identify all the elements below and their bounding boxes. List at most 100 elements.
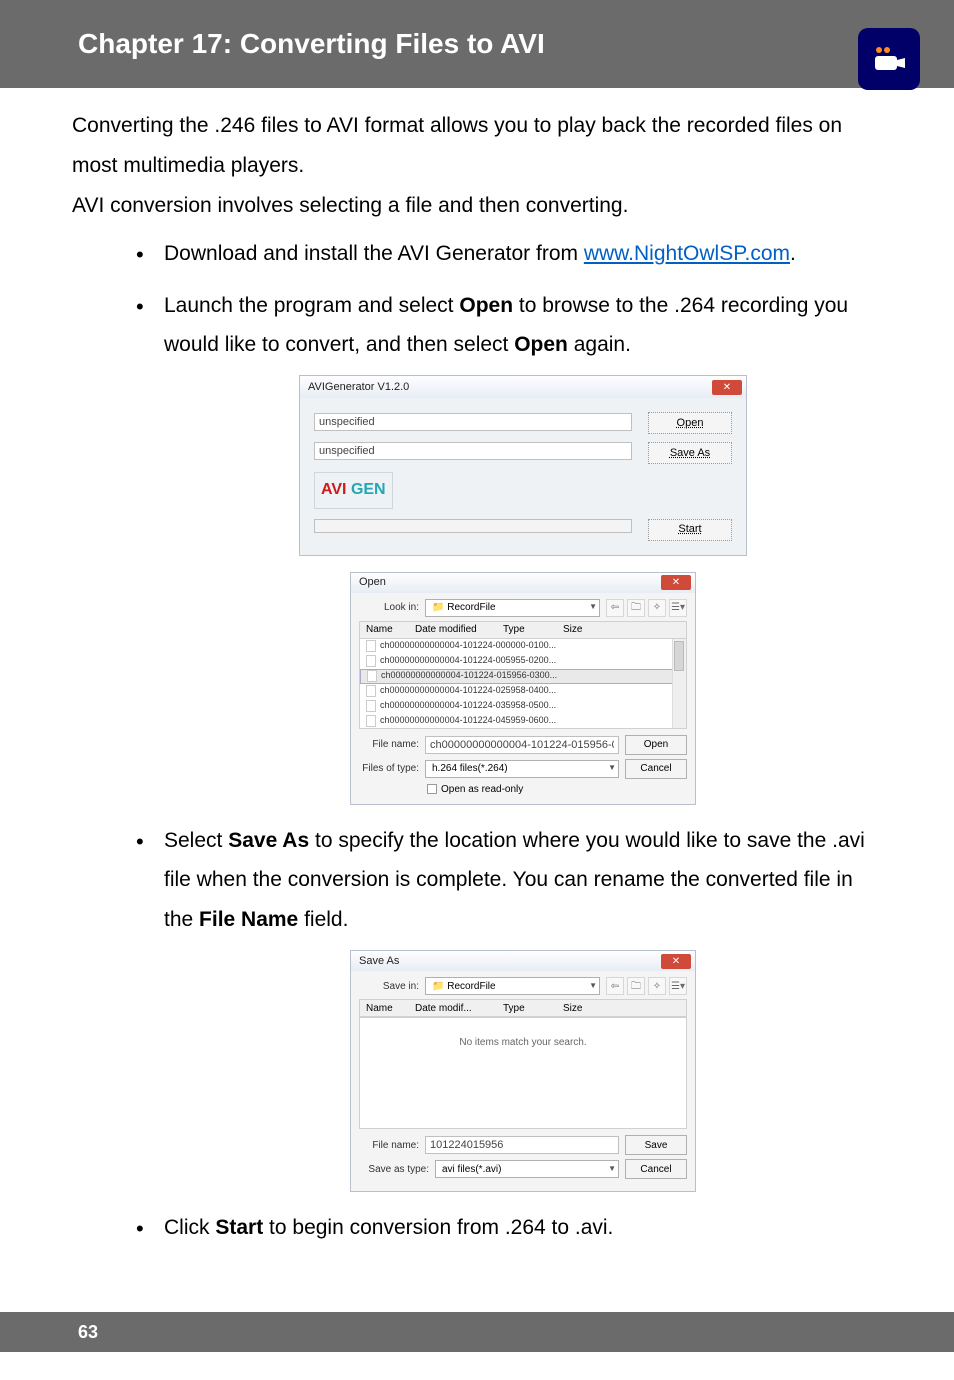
view-icon[interactable]: ☰▾ bbox=[669, 599, 687, 617]
chevron-down-icon: ▼ bbox=[608, 763, 616, 773]
intro-para-2: AVI conversion involves selecting a file… bbox=[72, 186, 882, 226]
filename-input[interactable] bbox=[425, 1136, 619, 1154]
page-number: 63 bbox=[78, 1322, 98, 1343]
saveas-titlebar: Save As ✕ bbox=[351, 951, 695, 971]
step2-post: again. bbox=[568, 333, 631, 356]
readonly-checkbox[interactable]: Open as read-only bbox=[427, 783, 687, 796]
step4-pre: Click bbox=[164, 1216, 215, 1239]
chevron-down-icon: ▼ bbox=[589, 602, 597, 612]
filetype-label: Files of type: bbox=[359, 762, 419, 775]
step3-bold1: Save As bbox=[228, 829, 309, 852]
page-footer: 63 bbox=[0, 1312, 954, 1352]
file-icon bbox=[367, 670, 377, 682]
list-item[interactable]: ch00000000000004-101224-025958-0400... bbox=[360, 684, 686, 699]
savetype-combo[interactable]: avi files(*.avi)▼ bbox=[435, 1160, 619, 1178]
file-list[interactable]: ch00000000000004-101224-000000-0100... c… bbox=[359, 639, 687, 729]
saveas-dialog-title: Save As bbox=[359, 954, 399, 968]
logo-gen: GEN bbox=[351, 481, 386, 498]
open-file-button[interactable]: Open bbox=[625, 735, 687, 755]
step-saveas: Select Save As to specify the location w… bbox=[164, 821, 882, 1193]
step-start: Click Start to begin conversion from .26… bbox=[164, 1208, 882, 1248]
col-size[interactable]: Size bbox=[563, 623, 686, 636]
col-name[interactable]: Name bbox=[360, 623, 415, 636]
logo-avi: AVI bbox=[321, 481, 346, 498]
dest-field[interactable] bbox=[314, 442, 632, 460]
file-icon bbox=[366, 655, 376, 667]
avi-dialog-wrap: AVIGenerator V1.2.0 ✕ AVI GEN bbox=[164, 375, 882, 555]
open-dialog-title: Open bbox=[359, 575, 386, 589]
save-button[interactable]: Save bbox=[625, 1135, 687, 1155]
source-field[interactable] bbox=[314, 413, 632, 431]
filetype-combo[interactable]: h.264 files(*.264)▼ bbox=[425, 760, 619, 778]
avi-titlebar: AVIGenerator V1.2.0 ✕ bbox=[300, 376, 746, 398]
step4-bold1: Start bbox=[215, 1216, 263, 1239]
saveas-file-dialog: Save As ✕ Save in: 📁 RecordFile ▼ ⇦ bbox=[350, 950, 696, 1192]
step2-bold2: Open bbox=[514, 333, 568, 356]
up-icon[interactable]: 🗀 bbox=[627, 977, 645, 995]
app-icon bbox=[858, 28, 920, 90]
open-titlebar: Open ✕ bbox=[351, 573, 695, 593]
back-icon[interactable]: ⇦ bbox=[606, 977, 624, 995]
open-button[interactable]: Open bbox=[648, 412, 732, 434]
file-icon bbox=[366, 685, 376, 697]
avi-title: AVIGenerator V1.2.0 bbox=[308, 377, 409, 398]
step1-text-pre: Download and install the AVI Generator f… bbox=[164, 242, 584, 265]
step1-text-post: . bbox=[790, 242, 796, 265]
content-area: Converting the .246 files to AVI format … bbox=[0, 88, 954, 1380]
step3-pre: Select bbox=[164, 829, 228, 852]
saveas-button[interactable]: Save As bbox=[648, 442, 732, 464]
up-icon[interactable]: 🗀 bbox=[627, 599, 645, 617]
download-link[interactable]: www.NightOwlSP.com bbox=[584, 242, 790, 265]
cancel-button[interactable]: Cancel bbox=[625, 759, 687, 779]
step-launch: Launch the program and select Open to br… bbox=[164, 286, 882, 805]
close-icon[interactable]: ✕ bbox=[661, 575, 691, 590]
close-icon[interactable]: ✕ bbox=[712, 380, 742, 395]
intro-para-1: Converting the .246 files to AVI format … bbox=[72, 106, 882, 186]
col-type[interactable]: Type bbox=[503, 623, 563, 636]
open-file-dialog: Open ✕ Look in: 📁 RecordFile ▼ ⇦ bbox=[350, 572, 696, 805]
list-item[interactable]: ch00000000000004-101224-000000-0100... bbox=[360, 639, 686, 654]
newfolder-icon[interactable]: ✧ bbox=[648, 599, 666, 617]
file-icon bbox=[366, 700, 376, 712]
chevron-down-icon: ▼ bbox=[589, 981, 597, 991]
list-item[interactable]: ch00000000000004-101224-015956-0300... bbox=[360, 669, 686, 684]
col-type[interactable]: Type bbox=[503, 1002, 563, 1015]
back-icon[interactable]: ⇦ bbox=[606, 599, 624, 617]
savein-label: Save in: bbox=[359, 980, 419, 993]
newfolder-icon[interactable]: ✧ bbox=[648, 977, 666, 995]
list-item[interactable]: ch00000000000004-101224-035958-0500... bbox=[360, 699, 686, 714]
col-name[interactable]: Name bbox=[360, 1002, 415, 1015]
step4-post: to begin conversion from .264 to .avi. bbox=[263, 1216, 613, 1239]
savetype-label: Save as type: bbox=[359, 1163, 429, 1176]
col-date[interactable]: Date modified bbox=[415, 623, 503, 636]
scrollbar[interactable] bbox=[672, 639, 686, 728]
saveas-dialog-wrap: Save As ✕ Save in: 📁 RecordFile ▼ ⇦ bbox=[164, 950, 882, 1192]
avi-logo: AVI GEN bbox=[314, 472, 393, 508]
list-item[interactable]: ch00000000000004-101224-005955-0200... bbox=[360, 654, 686, 669]
filename-label: File name: bbox=[359, 1139, 419, 1152]
no-items-msg: No items match your search. bbox=[459, 1036, 586, 1049]
step3-bold2: File Name bbox=[199, 908, 298, 931]
col-date[interactable]: Date modif... bbox=[415, 1002, 503, 1015]
list-item[interactable]: ch00000000000004-101224-045959-0600... bbox=[360, 714, 686, 729]
chevron-down-icon: ▼ bbox=[608, 1164, 616, 1174]
start-button[interactable]: Start bbox=[648, 519, 732, 541]
cancel-button[interactable]: Cancel bbox=[625, 1159, 687, 1179]
readonly-label: Open as read-only bbox=[441, 783, 523, 796]
step2-pre: Launch the program and select bbox=[164, 294, 459, 317]
step2-bold1: Open bbox=[459, 294, 513, 317]
lookin-label: Look in: bbox=[359, 601, 419, 614]
avi-generator-dialog: AVIGenerator V1.2.0 ✕ AVI GEN bbox=[299, 375, 747, 555]
chapter-header: Chapter 17: Converting Files to AVI bbox=[0, 0, 954, 88]
col-size[interactable]: Size bbox=[563, 1002, 686, 1015]
filename-input[interactable] bbox=[425, 736, 619, 754]
file-list-header: Name Date modif... Type Size bbox=[359, 999, 687, 1017]
chapter-title: Chapter 17: Converting Files to AVI bbox=[78, 28, 545, 60]
file-icon bbox=[366, 640, 376, 652]
view-icon[interactable]: ☰▾ bbox=[669, 977, 687, 995]
file-icon bbox=[366, 715, 376, 727]
lookin-combo[interactable]: 📁 RecordFile ▼ bbox=[425, 599, 600, 617]
checkbox-icon bbox=[427, 784, 437, 794]
close-icon[interactable]: ✕ bbox=[661, 954, 691, 969]
savein-combo[interactable]: 📁 RecordFile ▼ bbox=[425, 977, 600, 995]
